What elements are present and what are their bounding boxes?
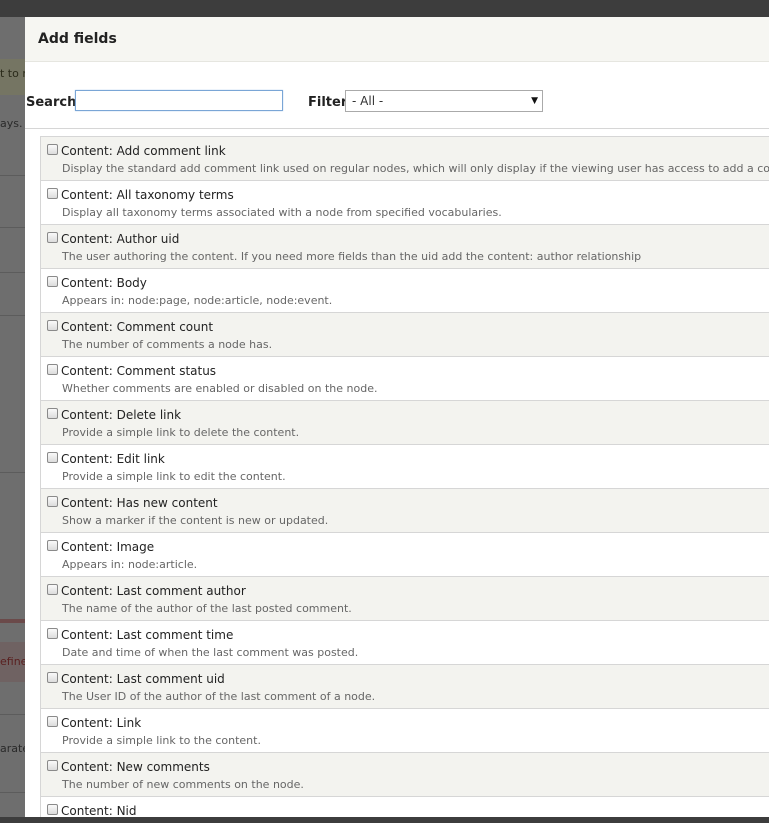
field-description: Whether comments are enabled or disabled…	[62, 382, 378, 395]
field-description: The User ID of the author of the last co…	[62, 690, 376, 703]
field-checkbox[interactable]	[47, 496, 58, 507]
background-divider	[0, 272, 25, 273]
field-list-item[interactable]: Content: Last comment uid The User ID of …	[41, 665, 769, 709]
field-label[interactable]: Content: Author uid	[61, 232, 179, 246]
field-checkbox[interactable]	[47, 628, 58, 639]
field-label[interactable]: Content: Last comment uid	[61, 672, 225, 686]
chevron-down-icon: ▼	[531, 96, 538, 106]
field-checkbox[interactable]	[47, 804, 58, 815]
field-checkbox[interactable]	[47, 540, 58, 551]
field-label[interactable]: Content: Add comment link	[61, 144, 226, 158]
field-list-item[interactable]: Content: Image Appears in: node:article.	[41, 533, 769, 577]
field-checkbox[interactable]	[47, 188, 58, 199]
field-checkbox[interactable]	[47, 408, 58, 419]
background-text-fragment: arate	[0, 742, 25, 755]
field-description: Provide a simple link to the content.	[62, 734, 261, 747]
background-divider	[0, 472, 25, 473]
search-input[interactable]	[75, 90, 283, 111]
background-divider	[0, 175, 25, 176]
background-text-fragment: efined	[0, 655, 25, 668]
field-description: The user authoring the content. If you n…	[62, 250, 642, 263]
search-label: Search	[26, 95, 77, 110]
field-label[interactable]: Content: All taxonomy terms	[61, 188, 234, 202]
field-description: Display the standard add comment link us…	[62, 162, 769, 175]
field-label[interactable]: Content: Last comment author	[61, 584, 246, 598]
dialog-title: Add fields	[38, 31, 117, 47]
field-checkbox[interactable]	[47, 320, 58, 331]
field-list-item[interactable]: Content: Body Appears in: node:page, node…	[41, 269, 769, 313]
filter-select-value: - All -	[352, 94, 384, 108]
add-fields-dialog: Add fields Search Filter - All - ▼ Conte…	[25, 17, 769, 817]
filter-bar: Search Filter - All - ▼	[25, 62, 769, 129]
background-page: t to n ays. efined arate	[0, 17, 25, 817]
field-label[interactable]: Content: Image	[61, 540, 154, 554]
field-list-item[interactable]: Content: Delete link Provide a simple lin…	[41, 401, 769, 445]
field-description: The number of new comments on the node.	[62, 778, 304, 791]
background-divider	[0, 714, 25, 715]
field-list-item[interactable]: Content: Has new content Show a marker if…	[41, 489, 769, 533]
field-list-item[interactable]: Content: Last comment time Date and time …	[41, 621, 769, 665]
field-list-item[interactable]: Content: Comment count The number of comm…	[41, 313, 769, 357]
field-label[interactable]: Content: Edit link	[61, 452, 165, 466]
background-text-fragment: ays.	[0, 117, 23, 130]
field-list: Content: Add comment link Display the sta…	[40, 136, 769, 817]
field-label[interactable]: Content: New comments	[61, 760, 210, 774]
field-description: Appears in: node:page, node:article, nod…	[62, 294, 333, 307]
field-checkbox[interactable]	[47, 452, 58, 463]
field-description: The name of the author of the last poste…	[62, 602, 352, 615]
field-label[interactable]: Content: Comment status	[61, 364, 216, 378]
field-list-item[interactable]: Content: Comment status Whether comments …	[41, 357, 769, 401]
background-divider	[0, 315, 25, 316]
field-list-item[interactable]: Content: Author uid The user authoring th…	[41, 225, 769, 269]
field-list-item[interactable]: Content: Edit link Provide a simple link …	[41, 445, 769, 489]
filter-label: Filter	[308, 95, 348, 110]
background-text-fragment: t to n	[0, 67, 25, 80]
field-list-item[interactable]: Content: Last comment author The name of …	[41, 577, 769, 621]
background-divider	[0, 792, 25, 793]
background-divider	[0, 227, 25, 228]
overlay-bottom-strip	[0, 817, 769, 823]
field-description: The number of comments a node has.	[62, 338, 273, 351]
field-checkbox[interactable]	[47, 672, 58, 683]
filter-select[interactable]: - All - ▼	[345, 90, 543, 112]
field-label[interactable]: Content: Comment count	[61, 320, 213, 334]
overlay-top-strip	[0, 0, 769, 17]
field-description: Appears in: node:article.	[62, 558, 198, 571]
field-description: Display all taxonomy terms associated wi…	[62, 206, 502, 219]
field-list-item[interactable]: Content: Nid	[41, 797, 769, 817]
field-checkbox[interactable]	[47, 144, 58, 155]
field-list-item[interactable]: Content: All taxonomy terms Display all t…	[41, 181, 769, 225]
field-checkbox[interactable]	[47, 760, 58, 771]
field-checkbox[interactable]	[47, 584, 58, 595]
field-label[interactable]: Content: Delete link	[61, 408, 181, 422]
field-description: Provide a simple link to edit the conten…	[62, 470, 286, 483]
field-description: Show a marker if the content is new or u…	[62, 514, 329, 527]
field-checkbox[interactable]	[47, 232, 58, 243]
dialog-header: Add fields	[25, 17, 769, 62]
background-error-band	[0, 619, 25, 623]
field-list-item[interactable]: Content: Link Provide a simple link to th…	[41, 709, 769, 753]
field-label[interactable]: Content: Link	[61, 716, 141, 730]
field-label[interactable]: Content: Last comment time	[61, 628, 233, 642]
field-list-item[interactable]: Content: Add comment link Display the sta…	[41, 137, 769, 181]
field-label[interactable]: Content: Nid	[61, 804, 137, 817]
field-label[interactable]: Content: Has new content	[61, 496, 218, 510]
field-description: Date and time of when the last comment w…	[62, 646, 359, 659]
field-checkbox[interactable]	[47, 276, 58, 287]
field-description: Provide a simple link to delete the cont…	[62, 426, 300, 439]
field-checkbox[interactable]	[47, 364, 58, 375]
field-label[interactable]: Content: Body	[61, 276, 147, 290]
field-list-item[interactable]: Content: New comments The number of new c…	[41, 753, 769, 797]
field-checkbox[interactable]	[47, 716, 58, 727]
